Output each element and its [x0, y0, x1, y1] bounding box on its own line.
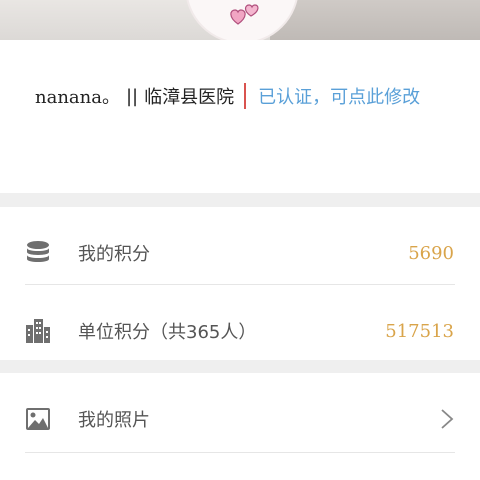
- certification-link[interactable]: 已认证，可点此修改: [258, 83, 420, 109]
- my-points-value: 5690: [408, 242, 454, 264]
- unit-points-row[interactable]: 单位积分（共365人） 517513: [0, 293, 480, 369]
- chevron-right-icon: [441, 409, 454, 429]
- hearts-icon: [230, 4, 259, 25]
- user-info: nanana。 || 临漳县医院 已认证，可点此修改: [35, 82, 420, 110]
- database-stack-icon: [27, 241, 49, 262]
- my-points-label: 我的积分: [78, 244, 150, 265]
- image-icon: [26, 408, 50, 430]
- my-points-row[interactable]: 我的积分 5690: [0, 215, 480, 291]
- building-icon: [26, 319, 50, 343]
- unit-points-label: 单位积分（共365人）: [78, 322, 257, 343]
- name-separator: ||: [125, 85, 139, 107]
- user-name: nanana。: [35, 87, 120, 108]
- section-gap: [0, 193, 480, 207]
- profile-banner: [0, 0, 480, 40]
- unit-points-value: 517513: [385, 320, 454, 342]
- banner-photo: [270, 0, 480, 40]
- vertical-divider: [244, 83, 247, 109]
- my-photos-row[interactable]: 我的照片: [0, 381, 480, 457]
- my-photos-label: 我的照片: [78, 410, 150, 431]
- row-divider: [25, 452, 455, 453]
- section-gap: [0, 360, 480, 373]
- user-organization: 临漳县医院: [144, 87, 235, 108]
- row-divider: [25, 284, 455, 285]
